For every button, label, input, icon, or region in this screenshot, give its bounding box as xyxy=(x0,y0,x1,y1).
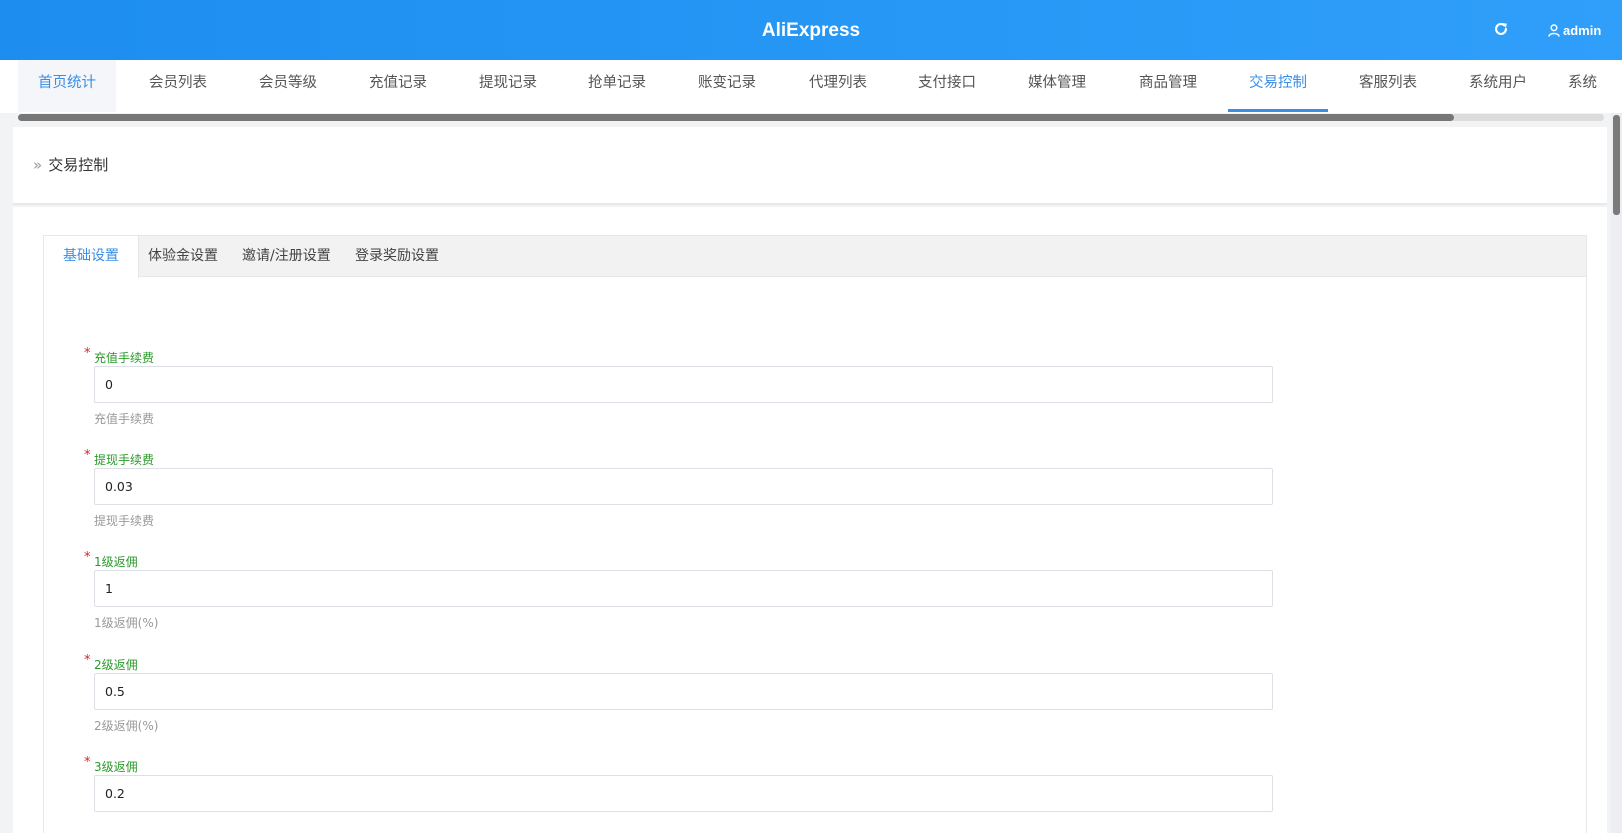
tab-trial-fund-settings[interactable]: 体验金设置 xyxy=(148,236,218,277)
nav-tab-home-stats[interactable]: 首页统计 xyxy=(18,60,116,112)
nav-tab-order-grab-records[interactable]: 抢单记录 xyxy=(565,60,669,112)
field-label: 2级返佣 xyxy=(94,658,138,672)
nav-tabs: 首页统计 会员列表 会员等级 充值记录 提现记录 抢单记录 账变记录 代理列表 … xyxy=(0,60,1622,113)
nav-tab-trade-control[interactable]: 交易控制 xyxy=(1228,60,1328,112)
breadcrumb-panel: » 交易控制 xyxy=(13,127,1607,205)
refresh-icon[interactable] xyxy=(1492,20,1510,38)
nav-tab-product-management[interactable]: 商品管理 xyxy=(1116,60,1220,112)
settings-tab-card: 基础设置 体验金设置 邀请/注册设置 登录奖励设置 * 充值手续费 0 充值手续… xyxy=(43,235,1587,833)
field-hint: 提现手续费 xyxy=(94,514,155,528)
nav-scrollbar[interactable] xyxy=(18,114,1604,121)
field-label: 提现手续费 xyxy=(94,453,155,467)
required-mark: * xyxy=(84,755,91,770)
nav-scrollbar-thumb[interactable] xyxy=(18,114,1454,121)
required-mark: * xyxy=(84,346,91,361)
nav-tab-member-list[interactable]: 会员列表 xyxy=(126,60,230,112)
nav-tab-withdraw-records[interactable]: 提现记录 xyxy=(456,60,560,112)
nav-tab-system[interactable]: 系统 xyxy=(1556,60,1622,112)
field-label: 1级返佣 xyxy=(94,555,138,569)
field-label: 充值手续费 xyxy=(94,351,155,365)
tab-invite-register-settings[interactable]: 邀请/注册设置 xyxy=(242,236,331,277)
field-label: 3级返佣 xyxy=(94,760,138,774)
top-header: AliExpress admin xyxy=(0,0,1622,60)
app-title: AliExpress xyxy=(761,20,861,41)
field-hint: 充值手续费 xyxy=(94,412,155,426)
user-icon xyxy=(1548,23,1560,37)
settings-tab-bar: 基础设置 体验金设置 邀请/注册设置 登录奖励设置 xyxy=(44,236,1586,278)
page-scrollbar[interactable] xyxy=(1611,113,1622,833)
nav-tab-payment-interface[interactable]: 支付接口 xyxy=(895,60,999,112)
nav-tab-member-level[interactable]: 会员等级 xyxy=(236,60,340,112)
user-name: admin xyxy=(1563,22,1602,38)
required-mark: * xyxy=(84,448,91,463)
withdraw-fee-input[interactable]: 0.03 xyxy=(94,468,1273,505)
nav-tab-media-management[interactable]: 媒体管理 xyxy=(1005,60,1109,112)
nav-tab-agent-list[interactable]: 代理列表 xyxy=(786,60,890,112)
level2-commission-input[interactable]: 0.5 xyxy=(94,673,1273,710)
nav-tab-recharge-records[interactable]: 充值记录 xyxy=(346,60,450,112)
nav-tab-balance-change-records[interactable]: 账变记录 xyxy=(675,60,779,112)
tab-login-reward-settings[interactable]: 登录奖励设置 xyxy=(355,236,439,277)
main-content: 基础设置 体验金设置 邀请/注册设置 登录奖励设置 * 充值手续费 0 充值手续… xyxy=(13,207,1607,833)
double-chevron-right-icon: » xyxy=(33,155,43,174)
nav-tab-system-users[interactable]: 系统用户 xyxy=(1446,60,1550,112)
breadcrumb: » 交易控制 xyxy=(33,154,108,175)
required-mark: * xyxy=(84,653,91,668)
breadcrumb-current: 交易控制 xyxy=(48,156,109,174)
level1-commission-input[interactable]: 1 xyxy=(94,570,1273,607)
required-mark: * xyxy=(84,550,91,565)
field-hint: 1级返佣(%) xyxy=(94,616,159,630)
tab-basic-settings[interactable]: 基础设置 xyxy=(44,236,139,278)
page-scrollbar-thumb[interactable] xyxy=(1613,115,1620,215)
nav-tab-customer-service-list[interactable]: 客服列表 xyxy=(1336,60,1440,112)
recharge-fee-input[interactable]: 0 xyxy=(94,366,1273,403)
level3-commission-input[interactable]: 0.2 xyxy=(94,775,1273,812)
field-hint: 2级返佣(%) xyxy=(94,719,159,733)
user-menu[interactable]: admin xyxy=(1548,20,1601,40)
